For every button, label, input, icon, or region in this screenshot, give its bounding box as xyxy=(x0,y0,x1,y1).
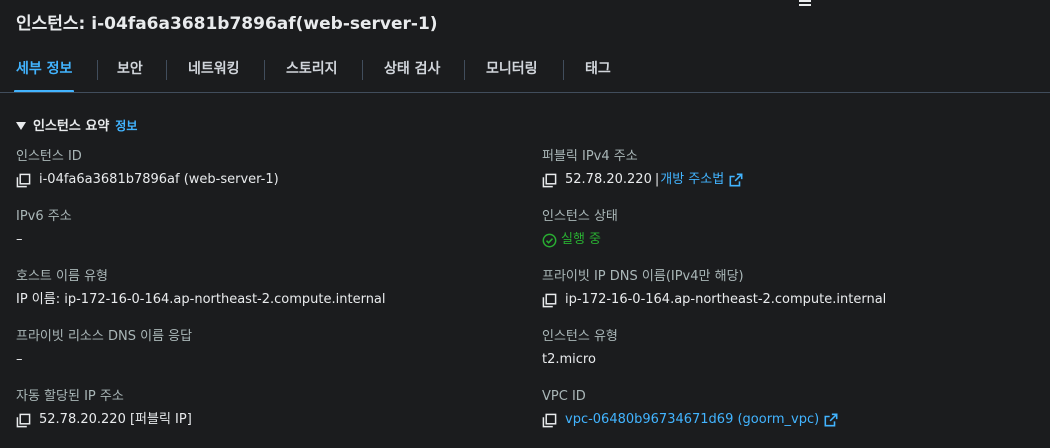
tabs-divider xyxy=(0,92,1050,93)
copy-icon[interactable] xyxy=(542,413,557,428)
field-ipv6: IPv6 주소 – xyxy=(16,207,72,251)
instance-type-value: t2.micro xyxy=(542,352,596,367)
field-instance-state: 인스턴스 상태 실행 중 xyxy=(542,207,618,251)
field-private-dns-answer: 프라이빗 리소스 DNS 이름 응답 – xyxy=(16,327,192,371)
tab-details[interactable]: 세부 정보 xyxy=(13,52,75,93)
field-vpc-id: VPC ID vpc-06480b96734671d69 (goorm_vpc) xyxy=(542,387,838,431)
tab-status-checks[interactable]: 상태 검사 xyxy=(384,52,440,88)
tab-networking[interactable]: 네트워킹 xyxy=(188,52,240,88)
tab-security[interactable]: 보안 xyxy=(117,52,143,88)
field-label: 인스턴스 ID xyxy=(16,149,82,164)
field-instance-type: 인스턴스 유형 t2.micro xyxy=(542,327,618,371)
field-label: 프라이빗 리소스 DNS 이름 응답 xyxy=(16,329,193,344)
field-hostname-type: 호스트 이름 유형 IP 이름: ip-172-16-0-164.ap-nort… xyxy=(16,267,386,311)
field-label: 자동 할당된 IP 주소 xyxy=(16,389,124,404)
tab-divider xyxy=(97,60,98,80)
tab-storage[interactable]: 스토리지 xyxy=(286,52,338,88)
hostname-type-value: IP 이름: ip-172-16-0-164.ap-northeast-2.co… xyxy=(16,292,386,307)
field-public-ipv4: 퍼블릭 IPv4 주소 52.78.20.220 | 개방 주소법 xyxy=(542,147,743,191)
copy-icon[interactable] xyxy=(542,173,557,188)
field-label: IPv6 주소 xyxy=(16,209,72,224)
field-label: 인스턴스 유형 xyxy=(542,329,618,344)
field-auto-ip: 자동 할당된 IP 주소 52.78.20.220 [퍼블릭 IP] xyxy=(16,387,192,431)
copy-icon[interactable] xyxy=(16,413,31,428)
ipv6-value: – xyxy=(16,232,23,247)
auto-ip-value: 52.78.20.220 [퍼블릭 IP] xyxy=(39,412,192,427)
field-private-dns: 프라이빗 IP DNS 이름(IPv4만 해당) ip-172-16-0-164… xyxy=(542,267,886,311)
tab-divider xyxy=(464,60,465,80)
tab-divider xyxy=(362,60,363,80)
field-label: 프라이빗 IP DNS 이름(IPv4만 해당) xyxy=(542,269,744,284)
value-separator: | xyxy=(654,172,660,187)
menu-icon[interactable] xyxy=(799,0,811,8)
section-title: 인스턴스 요약 xyxy=(33,119,110,134)
tab-monitoring[interactable]: 모니터링 xyxy=(486,52,538,88)
public-ipv4-value: 52.78.20.220 xyxy=(565,172,652,187)
instance-id-value: i-04fa6a3681b7896af (web-server-1) xyxy=(39,172,279,187)
private-dns-value: ip-172-16-0-164.ap-northeast-2.compute.i… xyxy=(565,292,887,307)
external-link-icon[interactable] xyxy=(729,173,743,187)
field-label: 인스턴스 상태 xyxy=(542,209,618,224)
field-label: 퍼블릭 IPv4 주소 xyxy=(542,149,638,164)
tab-divider xyxy=(563,60,564,80)
tab-divider xyxy=(264,60,265,80)
check-circle-icon xyxy=(542,233,557,247)
field-instance-id: 인스턴스 ID i-04fa6a3681b7896af (web-server-… xyxy=(16,147,279,191)
vpc-id-link[interactable]: vpc-06480b96734671d69 (goorm_vpc) xyxy=(565,409,819,431)
section-header[interactable]: 인스턴스 요약 정보 xyxy=(16,115,137,134)
external-link-icon[interactable] xyxy=(824,413,838,427)
field-label: 호스트 이름 유형 xyxy=(16,269,108,284)
field-label: VPC ID xyxy=(542,389,586,404)
info-link[interactable]: 정보 xyxy=(115,119,137,133)
tab-divider xyxy=(166,60,167,80)
caret-down-icon[interactable] xyxy=(16,122,26,130)
page-title: 인스턴스: i-04fa6a3681b7896af(web-server-1) xyxy=(16,14,438,34)
instance-state-value: 실행 중 xyxy=(561,232,602,247)
copy-icon[interactable] xyxy=(16,173,31,188)
private-dns-answer-value: – xyxy=(16,352,23,367)
open-address-link[interactable]: 개방 주소법 xyxy=(660,169,724,191)
copy-icon[interactable] xyxy=(542,293,557,308)
tab-tags[interactable]: 태그 xyxy=(585,52,611,88)
